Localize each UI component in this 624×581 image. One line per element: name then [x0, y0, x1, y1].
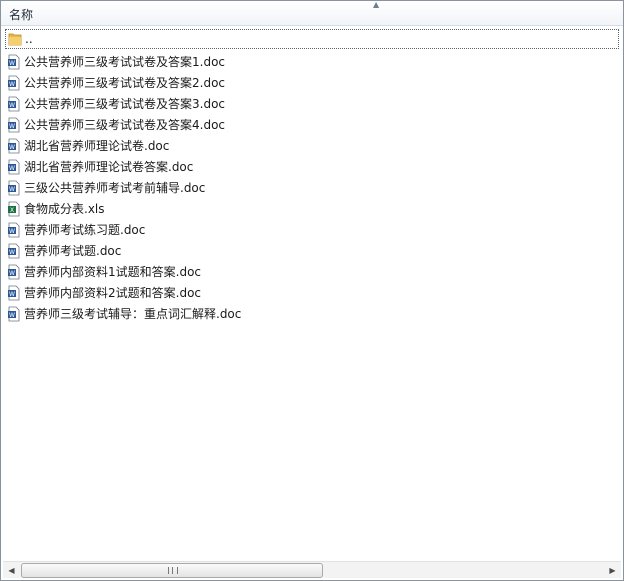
- file-name: 三级公共营养师考试考前辅导.doc: [24, 181, 206, 195]
- sort-ascending-icon: ▲: [373, 0, 380, 9]
- file-list-window: 名称 ▲ .. W 公共营养师三级考试试卷及答案1.doc W 公共营养师三级考试试卷…: [0, 0, 624, 581]
- word-doc-icon: W: [8, 159, 20, 174]
- word-doc-icon: W: [8, 285, 20, 300]
- folder-icon: [8, 33, 22, 46]
- file-row[interactable]: W 公共营养师三级考试试卷及答案4.doc: [5, 114, 621, 135]
- word-doc-icon: W: [8, 138, 20, 153]
- grip-icon: [168, 567, 178, 574]
- file-row[interactable]: W 营养师考试练习题.doc: [5, 219, 621, 240]
- file-name: 营养师内部资料2试题和答案.doc: [24, 286, 202, 300]
- word-doc-icon: W: [8, 117, 20, 132]
- horizontal-scrollbar[interactable]: ◀ ▶: [3, 561, 621, 578]
- file-name: 营养师三级考试辅导：重点词汇解释.doc: [24, 307, 242, 321]
- file-name: 公共营养师三级考试试卷及答案4.doc: [24, 118, 226, 132]
- file-row[interactable]: W 公共营养师三级考试试卷及答案3.doc: [5, 93, 621, 114]
- svg-text:W: W: [9, 270, 15, 277]
- word-doc-icon: W: [8, 75, 20, 90]
- svg-text:W: W: [9, 123, 15, 130]
- word-doc-icon: W: [8, 264, 20, 279]
- word-doc-icon: W: [8, 96, 20, 111]
- word-doc-icon: W: [8, 306, 20, 321]
- file-row[interactable]: W 三级公共营养师考试考前辅导.doc: [5, 177, 621, 198]
- svg-text:W: W: [9, 102, 15, 109]
- scroll-right-icon[interactable]: ▶: [604, 562, 621, 578]
- scroll-left-icon[interactable]: ◀: [3, 562, 20, 578]
- file-row[interactable]: W 公共营养师三级考试试卷及答案1.doc: [5, 51, 621, 72]
- file-row[interactable]: W 营养师考试题.doc: [5, 240, 621, 261]
- file-row[interactable]: W 营养师内部资料1试题和答案.doc: [5, 261, 621, 282]
- word-doc-icon: W: [8, 54, 20, 69]
- excel-xls-icon: X: [8, 201, 20, 216]
- svg-text:W: W: [9, 249, 15, 256]
- svg-text:W: W: [9, 165, 15, 172]
- file-row[interactable]: W 湖北省营养师理论试卷答案.doc: [5, 156, 621, 177]
- svg-text:W: W: [9, 312, 15, 319]
- svg-text:W: W: [9, 144, 15, 151]
- file-name: 公共营养师三级考试试卷及答案3.doc: [24, 97, 226, 111]
- svg-text:W: W: [9, 60, 15, 67]
- file-row[interactable]: W 湖北省营养师理论试卷.doc: [5, 135, 621, 156]
- file-name: 公共营养师三级考试试卷及答案1.doc: [24, 55, 226, 69]
- parent-folder-label: ..: [25, 32, 33, 46]
- file-name: 公共营养师三级考试试卷及答案2.doc: [24, 76, 226, 90]
- svg-text:W: W: [9, 291, 15, 298]
- svg-text:W: W: [9, 228, 15, 235]
- word-doc-icon: W: [8, 222, 20, 237]
- scrollbar-thumb[interactable]: [21, 563, 323, 578]
- name-column-label[interactable]: 名称: [9, 6, 33, 23]
- parent-folder-row[interactable]: ..: [5, 29, 619, 49]
- svg-text:W: W: [9, 186, 15, 193]
- file-name: 湖北省营养师理论试卷答案.doc: [24, 160, 194, 174]
- file-name: 食物成分表.xls: [24, 202, 105, 216]
- word-doc-icon: W: [8, 243, 20, 258]
- file-name: 营养师考试练习题.doc: [24, 223, 146, 237]
- word-doc-icon: W: [8, 180, 20, 195]
- svg-text:X: X: [10, 207, 14, 214]
- file-list: .. W 公共营养师三级考试试卷及答案1.doc W 公共营养师三级考试试卷及答案2.…: [5, 29, 621, 324]
- file-name: 营养师考试题.doc: [24, 244, 122, 258]
- file-name: 湖北省营养师理论试卷.doc: [24, 139, 170, 153]
- column-header[interactable]: 名称 ▲: [1, 1, 623, 26]
- file-row[interactable]: W 公共营养师三级考试试卷及答案2.doc: [5, 72, 621, 93]
- file-row[interactable]: W 营养师三级考试辅导：重点词汇解释.doc: [5, 303, 621, 324]
- file-row[interactable]: W 营养师内部资料2试题和答案.doc: [5, 282, 621, 303]
- file-name: 营养师内部资料1试题和答案.doc: [24, 265, 202, 279]
- file-row[interactable]: X 食物成分表.xls: [5, 198, 621, 219]
- svg-text:W: W: [9, 81, 15, 88]
